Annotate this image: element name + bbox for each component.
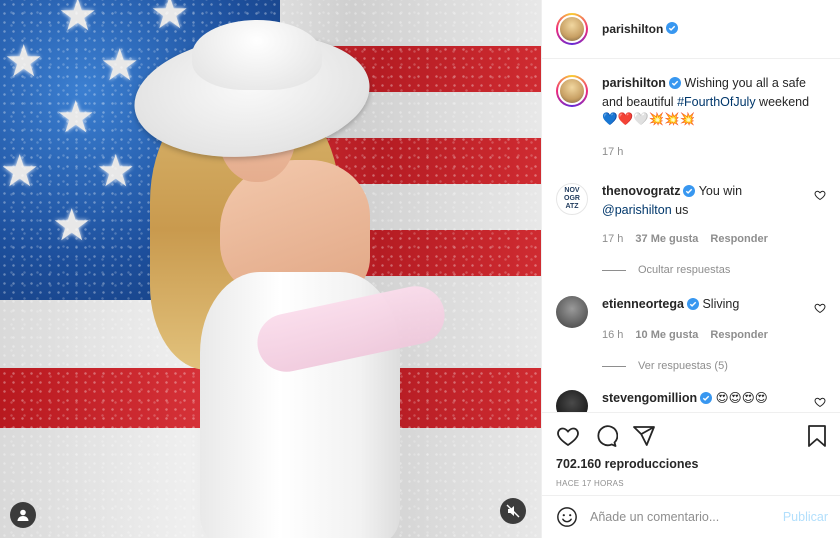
mute-icon (506, 504, 520, 518)
comment-item: NOV OGR ATZ thenovogratz You win @parishil… (556, 183, 826, 248)
author-avatar[interactable] (556, 13, 588, 46)
post-sidebar: parishilton parishilton Wishing you all … (541, 0, 840, 538)
comment-input[interactable] (590, 510, 783, 525)
hide-replies-toggle[interactable]: Ocultar respuestas (602, 264, 826, 276)
portrait-figure (128, 10, 450, 538)
comment-composer: Publicar (542, 495, 840, 538)
share-icon[interactable] (632, 424, 656, 448)
user-tag-button[interactable] (10, 502, 36, 528)
heart-icon[interactable] (556, 424, 580, 448)
comment-like-heart-icon[interactable] (814, 396, 826, 411)
comment-text: Sliving (702, 297, 740, 312)
comment-item: etienneortega Sliving 16 h 10 Me gusta R… (556, 296, 826, 344)
caption-tail: weekend (755, 95, 810, 110)
reply-button[interactable]: Responder (710, 231, 767, 248)
mention-link[interactable]: @parishilton (602, 203, 672, 217)
post-header: parishilton (542, 0, 840, 60)
verified-badge-icon (666, 21, 679, 37)
caption-emojis: 💙❤️🤍💥💥💥 (602, 112, 696, 127)
emoji-icon[interactable] (556, 506, 578, 528)
verified-badge-icon (683, 185, 696, 202)
verified-badge-icon (668, 77, 681, 94)
view-count[interactable]: 702.160 reproducciones (556, 457, 828, 471)
commenter-username[interactable]: thenovogratz (602, 184, 680, 198)
caption: parishilton Wishing you all a safe and b… (556, 75, 826, 161)
comment-likes[interactable]: 10 Me gusta (635, 327, 698, 344)
comment-time[interactable]: 17 h (602, 231, 623, 248)
caption-avatar[interactable] (556, 75, 588, 108)
commenter-avatar[interactable] (556, 390, 588, 413)
caption-time[interactable]: 17 h (602, 144, 623, 161)
publish-button[interactable]: Publicar (783, 510, 828, 524)
post-actions: 702.160 reproducciones HACE 17 HORAS (542, 412, 840, 495)
view-replies-toggle[interactable]: Ver respuestas (5) (602, 360, 826, 372)
comment-text: 😍😍😍😍 (715, 391, 768, 406)
hashtag-link[interactable]: #FourthOfJuly (677, 95, 756, 109)
commenter-avatar[interactable]: NOV OGR ATZ (556, 183, 588, 216)
commenter-avatar[interactable] (556, 296, 588, 329)
commenter-username[interactable]: stevengomillion (602, 391, 697, 405)
bookmark-icon[interactable] (806, 424, 828, 448)
replies-toggle-label: Ocultar respuestas (638, 264, 731, 277)
verified-badge-icon (700, 392, 713, 409)
comment-text: You win (698, 184, 743, 199)
comment-like-heart-icon[interactable] (814, 189, 826, 204)
comment-likes[interactable]: 37 Me gusta (635, 231, 698, 248)
post-media[interactable]: ★ ★ ★ ★ ★ ★ ★ ★ (0, 0, 541, 538)
replies-toggle-label: Ver respuestas (5) (638, 360, 728, 373)
comment-text-after: us (671, 203, 689, 218)
mute-button[interactable] (500, 498, 526, 524)
comment-time[interactable]: 16 h (602, 327, 623, 344)
author-username[interactable]: parishilton (602, 22, 663, 36)
comment-item: stevengomillion 😍😍😍😍 (556, 390, 826, 413)
post-timestamp[interactable]: HACE 17 HORAS (556, 479, 828, 488)
comment-like-heart-icon[interactable] (814, 302, 826, 317)
caption-username[interactable]: parishilton (602, 76, 666, 90)
reply-button[interactable]: Responder (710, 327, 767, 344)
comments-list[interactable]: parishilton Wishing you all a safe and b… (542, 59, 840, 413)
comment-icon[interactable] (594, 424, 618, 448)
verified-badge-icon (686, 298, 699, 315)
instagram-post-modal: ★ ★ ★ ★ ★ ★ ★ ★ (0, 0, 840, 538)
user-tag-icon (16, 508, 30, 522)
commenter-username[interactable]: etienneortega (602, 297, 684, 311)
